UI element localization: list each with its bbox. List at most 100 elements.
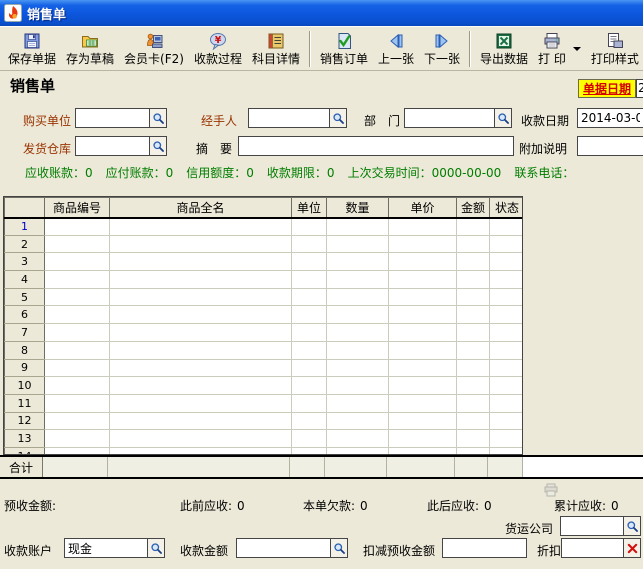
grid-cell[interactable] — [389, 271, 457, 289]
grid-cell[interactable] — [110, 218, 292, 236]
grid-cell[interactable] — [389, 324, 457, 342]
grid-cell[interactable] — [292, 253, 327, 271]
grid-cell[interactable] — [292, 447, 327, 455]
grid-cell[interactable] — [45, 324, 110, 342]
toolbar-button-export[interactable]: 导出数据 — [475, 28, 533, 70]
department-input[interactable] — [405, 109, 494, 127]
grid-cell[interactable] — [292, 394, 327, 412]
grid-cell[interactable] — [490, 394, 524, 412]
grid-cell[interactable] — [389, 412, 457, 430]
discount-clear-button[interactable] — [623, 539, 640, 557]
row-number-cell[interactable]: 13 — [5, 430, 45, 448]
grid-cell[interactable] — [490, 271, 524, 289]
grid-cell[interactable] — [327, 235, 389, 253]
grid-cell[interactable] — [45, 253, 110, 271]
freight-company-lookup-button[interactable] — [623, 517, 640, 535]
row-number-cell[interactable]: 7 — [5, 324, 45, 342]
grid-cell[interactable] — [457, 306, 490, 324]
grid-cell[interactable] — [490, 377, 524, 395]
grid-cell[interactable] — [45, 359, 110, 377]
payment-account-lookup-button[interactable] — [147, 539, 164, 557]
grid-cell[interactable] — [327, 394, 389, 412]
grid-cell[interactable] — [327, 359, 389, 377]
grid-cell[interactable] — [292, 430, 327, 448]
doc-date-value-fragment[interactable]: 2 — [636, 79, 643, 98]
grid-cell[interactable] — [490, 447, 524, 455]
grid-cell[interactable] — [490, 253, 524, 271]
grid-cell[interactable] — [327, 253, 389, 271]
grid-cell[interactable] — [327, 430, 389, 448]
row-number-cell[interactable]: 9 — [5, 359, 45, 377]
grid-cell[interactable] — [490, 288, 524, 306]
buyer-unit-input[interactable] — [76, 109, 149, 127]
toolbar-button-sales-order[interactable]: 销售订单 — [315, 28, 373, 70]
department-lookup-button[interactable] — [494, 109, 511, 127]
grid-cell[interactable] — [292, 288, 327, 306]
grid-cell[interactable] — [457, 341, 490, 359]
grid-cell[interactable] — [457, 377, 490, 395]
memo-input[interactable] — [239, 137, 513, 155]
row-number-cell[interactable]: 4 — [5, 271, 45, 289]
grid-cell[interactable] — [327, 271, 389, 289]
grid-cell[interactable] — [45, 235, 110, 253]
grid-cell[interactable] — [327, 288, 389, 306]
buyer-unit-lookup-button[interactable] — [149, 109, 166, 127]
grid-cell[interactable] — [110, 359, 292, 377]
grid-cell[interactable] — [45, 430, 110, 448]
toolbar-button-prev[interactable]: 上一张 — [373, 28, 419, 70]
grid-cell[interactable] — [457, 288, 490, 306]
grid-cell[interactable] — [327, 324, 389, 342]
grid-cell[interactable] — [490, 359, 524, 377]
warehouse-lookup-button[interactable] — [149, 137, 166, 155]
grid-cell[interactable] — [457, 430, 490, 448]
row-number-cell[interactable]: 5 — [5, 288, 45, 306]
row-number-cell[interactable]: 8 — [5, 341, 45, 359]
toolbar-button-print[interactable]: 打 印 — [533, 28, 571, 70]
grid-cell[interactable] — [490, 412, 524, 430]
grid-cell[interactable] — [110, 253, 292, 271]
grid-cell[interactable] — [327, 412, 389, 430]
grid-cell[interactable] — [457, 235, 490, 253]
grid-cell[interactable] — [45, 377, 110, 395]
row-number-cell[interactable]: 2 — [5, 235, 45, 253]
grid-cell[interactable] — [457, 253, 490, 271]
grid-cell[interactable] — [490, 235, 524, 253]
grid-cell[interactable] — [389, 288, 457, 306]
grid-cell[interactable] — [292, 359, 327, 377]
print-dropdown-arrow-icon[interactable] — [573, 47, 581, 51]
grid-cell[interactable] — [45, 394, 110, 412]
grid-cell[interactable] — [45, 341, 110, 359]
grid-cell[interactable] — [292, 235, 327, 253]
grid-cell[interactable] — [110, 271, 292, 289]
row-number-cell[interactable]: 3 — [5, 253, 45, 271]
toolbar-button-payment-process[interactable]: ¥收款过程 — [189, 28, 247, 70]
grid-cell[interactable] — [110, 447, 292, 455]
grid-cell[interactable] — [110, 377, 292, 395]
grid-cell[interactable] — [110, 430, 292, 448]
grid-cell[interactable] — [389, 306, 457, 324]
grid-cell[interactable] — [45, 412, 110, 430]
grid-cell[interactable] — [110, 235, 292, 253]
grid-cell[interactable] — [389, 394, 457, 412]
grid-cell[interactable] — [389, 218, 457, 236]
grid-cell[interactable] — [389, 253, 457, 271]
handler-lookup-button[interactable] — [329, 109, 346, 127]
warehouse-input[interactable] — [76, 137, 149, 155]
toolbar-button-print-style[interactable]: 打印样式 — [586, 28, 643, 70]
grid-cell[interactable] — [45, 271, 110, 289]
toolbar-button-save[interactable]: 保存单据 — [3, 28, 61, 70]
row-number-cell[interactable]: 12 — [5, 412, 45, 430]
grid-cell[interactable] — [457, 271, 490, 289]
handler-input[interactable] — [249, 109, 329, 127]
grid-cell[interactable] — [327, 218, 389, 236]
grid-cell[interactable] — [457, 394, 490, 412]
grid-cell[interactable] — [110, 306, 292, 324]
grid-cell[interactable] — [110, 324, 292, 342]
row-number-cell[interactable]: 11 — [5, 394, 45, 412]
discount-input[interactable] — [562, 539, 623, 557]
toolbar-button-save-draft[interactable]: 存为草稿 — [61, 28, 119, 70]
grid-cell[interactable] — [110, 341, 292, 359]
grid-cell[interactable] — [45, 218, 110, 236]
grid-cell[interactable] — [110, 288, 292, 306]
row-number-cell[interactable]: 14 — [5, 447, 45, 455]
